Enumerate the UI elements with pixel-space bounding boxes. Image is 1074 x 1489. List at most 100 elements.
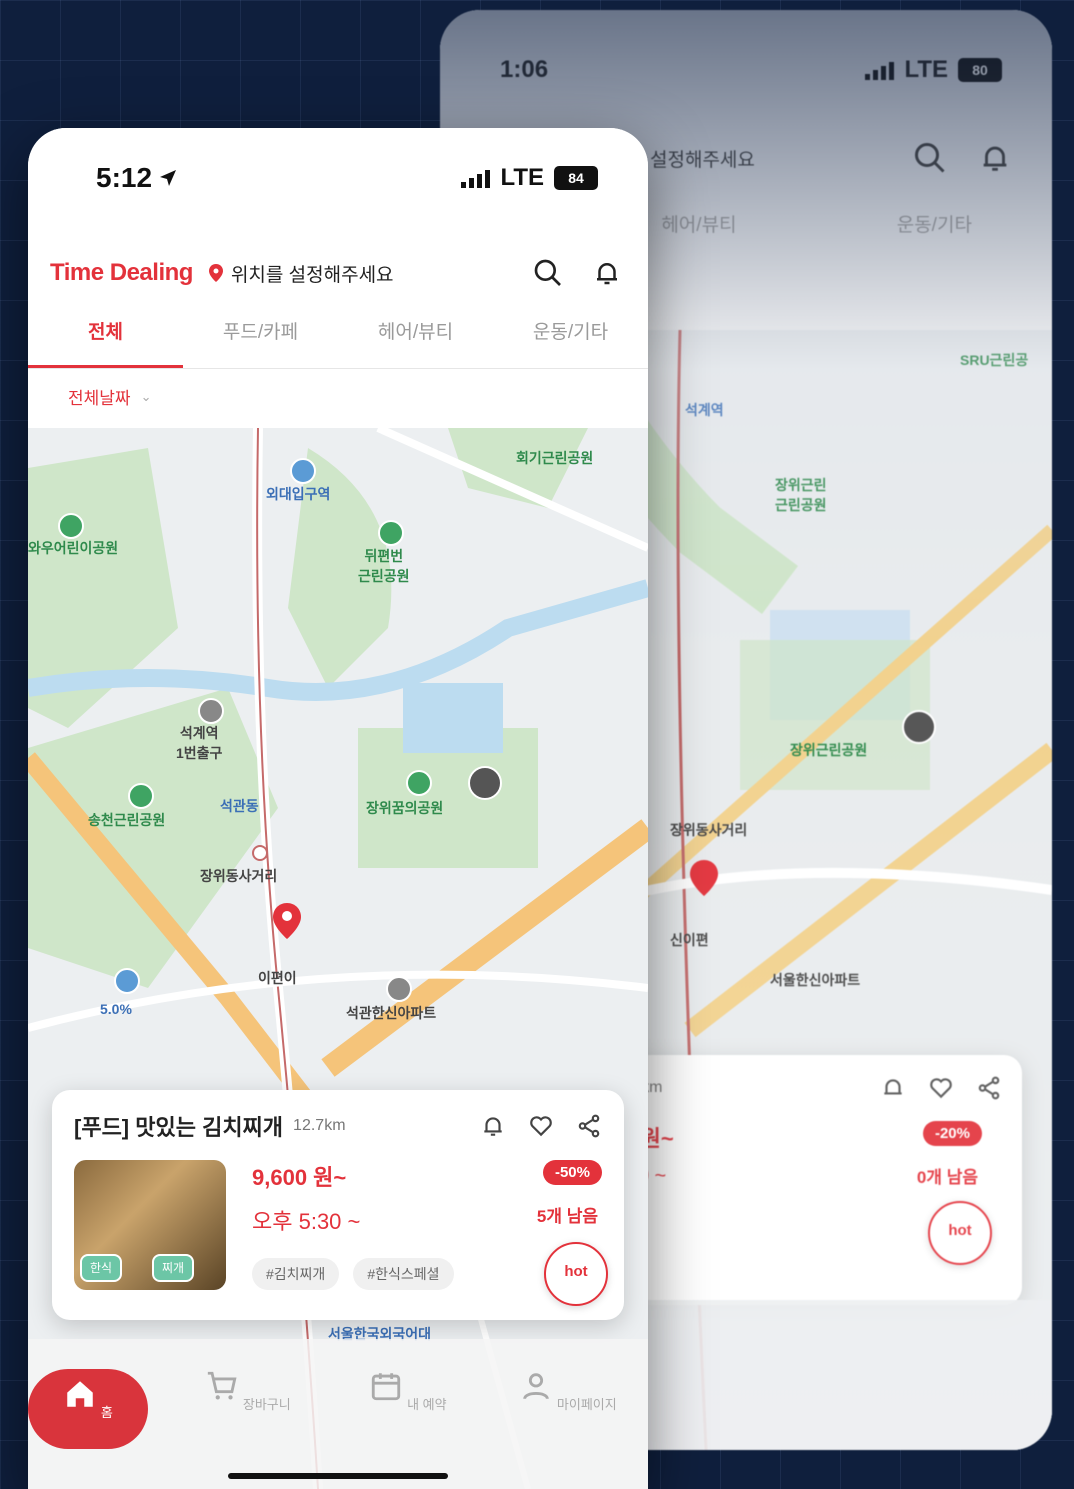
- nav-label: 내 예약: [407, 1397, 447, 1412]
- back-signal-icon: [865, 60, 895, 80]
- map-user-location-icon[interactable]: [468, 766, 502, 800]
- back-card-share-icon[interactable]: [976, 1075, 1002, 1101]
- home-indicator: [228, 1473, 448, 1479]
- thumbnail-tag: 한식: [80, 1254, 123, 1282]
- back-map-label: SRU근린공: [960, 352, 1029, 368]
- back-map-label: 서울한신아파트: [770, 972, 861, 988]
- date-filter-label: 전체날짜: [68, 389, 131, 408]
- tab-hair-beauty[interactable]: 헤어/뷰티: [338, 308, 493, 368]
- map-park-poi-icon[interactable]: [58, 513, 84, 539]
- back-card-distance: 12.7km: [610, 1079, 880, 1097]
- map-label: 석계역 1번출구: [176, 725, 223, 761]
- top-bar: Time Dealing 위치를 설정해주세요: [50, 248, 622, 298]
- chevron-down-icon: ⌄: [140, 388, 152, 404]
- map-label: 5.0%: [100, 1001, 132, 1017]
- back-card-remaining: 0개 남음: [916, 1168, 978, 1187]
- map-label: 장위동사거리: [200, 868, 278, 884]
- status-bar: 5:12 LTE 84: [28, 128, 648, 228]
- back-deal-card[interactable]: 12.7km 00 원~ 5:30 ~ -20% 0개 남음 hot: [590, 1055, 1022, 1305]
- tab-food-cafe[interactable]: 푸드/카페: [183, 308, 338, 368]
- bottom-navigation: 홈 장바구니 내 예약 마이페이지: [28, 1339, 648, 1489]
- back-map-marker-icon[interactable]: [690, 860, 718, 896]
- map-bus-poi-icon[interactable]: [114, 968, 140, 994]
- hot-button[interactable]: hot: [544, 1242, 608, 1306]
- back-map-label: 신이편: [670, 932, 709, 948]
- back-battery-icon: 80: [958, 58, 1002, 82]
- back-card-heart-icon[interactable]: [928, 1075, 954, 1101]
- tab-divider: [28, 368, 648, 369]
- thumbnail-tag: 찌개: [152, 1254, 195, 1282]
- map-station-poi-icon[interactable]: [290, 458, 316, 484]
- user-icon: [523, 1373, 550, 1400]
- search-icon[interactable]: [532, 257, 564, 289]
- tab-all[interactable]: 전체: [28, 308, 183, 368]
- map-label: 석관한신아파트: [346, 1005, 437, 1021]
- map-park-poi-icon[interactable]: [406, 770, 432, 796]
- back-card-bell-icon[interactable]: [880, 1075, 906, 1101]
- back-network-label: LTE: [904, 56, 948, 83]
- tab-sports-etc[interactable]: 운동/기타: [493, 308, 648, 368]
- battery-icon: 84: [554, 166, 598, 190]
- remaining-count: 5개 남음: [536, 1207, 598, 1226]
- deal-thumbnail[interactable]: 한식 찌개: [74, 1160, 226, 1290]
- map-label: 장위꿈의공원: [366, 800, 444, 816]
- location-placeholder: 위치를 설정해주세요: [230, 264, 394, 286]
- back-card-discount-badge: -20%: [922, 1121, 982, 1146]
- back-map-poi-icon: [902, 710, 936, 744]
- foreground-phone-mockup: 와우어린이공원 외대입구역 뒤편번 근린공원 회기근린공원 석계역 1번출구 송…: [28, 128, 648, 1489]
- deal-card[interactable]: [푸드] 맛있는 김치찌개 12.7km 한식 찌개 9,600 원~ 오후 5…: [52, 1090, 624, 1320]
- deal-distance: 12.7km: [293, 1117, 346, 1134]
- back-map-label: 석계역: [685, 402, 724, 418]
- home-icon: [67, 1381, 93, 1407]
- heart-icon[interactable]: [528, 1113, 554, 1139]
- signal-icon: [461, 168, 491, 188]
- location-selector[interactable]: 위치를 설정해주세요: [208, 260, 532, 287]
- nav-cart[interactable]: 장바구니: [188, 1369, 308, 1413]
- back-map-label: 장위근린 근린공원: [775, 477, 827, 513]
- deal-title: [푸드] 맛있는 김치찌개: [74, 1115, 284, 1140]
- discount-badge: -50%: [542, 1160, 602, 1185]
- back-top-bar: 설정해주세요: [650, 140, 1012, 176]
- back-search-icon[interactable]: [912, 140, 948, 176]
- back-location-text[interactable]: 설정해주세요: [650, 145, 912, 172]
- map-label: 이편이: [258, 970, 297, 986]
- hashtag-chip[interactable]: #김치찌개: [252, 1258, 340, 1290]
- map-label: 와우어린이공원: [28, 540, 119, 556]
- back-bell-icon[interactable]: [978, 140, 1012, 176]
- share-icon[interactable]: [576, 1113, 602, 1139]
- map-deal-marker-icon[interactable]: [273, 903, 301, 939]
- nav-label: 장바구니: [242, 1397, 291, 1412]
- calendar-icon: [372, 1373, 401, 1401]
- map-label: 송천근린공원: [88, 812, 166, 828]
- map-label: 회기근린공원: [516, 450, 594, 466]
- map-label: 외대입구역: [266, 486, 331, 502]
- cart-icon: [208, 1371, 237, 1400]
- notify-bell-icon[interactable]: [480, 1113, 506, 1139]
- back-status-time: 1:06: [500, 56, 549, 83]
- map-park-poi-icon[interactable]: [378, 520, 404, 546]
- nav-home[interactable]: 홈: [28, 1369, 148, 1449]
- map-label: 석관동: [220, 798, 259, 814]
- back-card-hot-button[interactable]: hot: [928, 1201, 992, 1265]
- back-map-label: 장위동사거리: [670, 822, 748, 838]
- map-view[interactable]: 와우어린이공원 외대입구역 뒤편번 근린공원 회기근린공원 석계역 1번출구 송…: [28, 428, 648, 1489]
- nav-label: 마이페이지: [556, 1397, 617, 1412]
- nav-reservations[interactable]: 내 예약: [348, 1369, 468, 1413]
- nav-mypage[interactable]: 마이페이지: [508, 1369, 628, 1413]
- nav-label: 홈: [100, 1405, 113, 1420]
- brand-logo[interactable]: Time Dealing: [50, 259, 193, 287]
- map-park-poi-icon[interactable]: [128, 783, 154, 809]
- date-filter-dropdown[interactable]: 전체날짜 ⌄: [68, 384, 151, 409]
- map-place-poi-icon[interactable]: [386, 976, 412, 1002]
- back-status-bar: 1:06 LTE 80: [440, 40, 1052, 100]
- category-tabs: 전체 푸드/카페 헤어/뷰티 운동/기타: [28, 308, 648, 368]
- map-label: 뒤편번 근린공원: [358, 548, 410, 584]
- network-label: LTE: [500, 164, 544, 191]
- status-time: 5:12: [96, 162, 153, 193]
- location-pin-icon: [208, 264, 223, 282]
- map-place-poi-icon[interactable]: [198, 698, 224, 724]
- hashtag-chip[interactable]: #한식스페셜: [353, 1258, 454, 1290]
- back-tab[interactable]: 운동/기타: [817, 210, 1052, 237]
- bell-icon[interactable]: [592, 257, 622, 289]
- location-arrow-icon: [160, 170, 177, 186]
